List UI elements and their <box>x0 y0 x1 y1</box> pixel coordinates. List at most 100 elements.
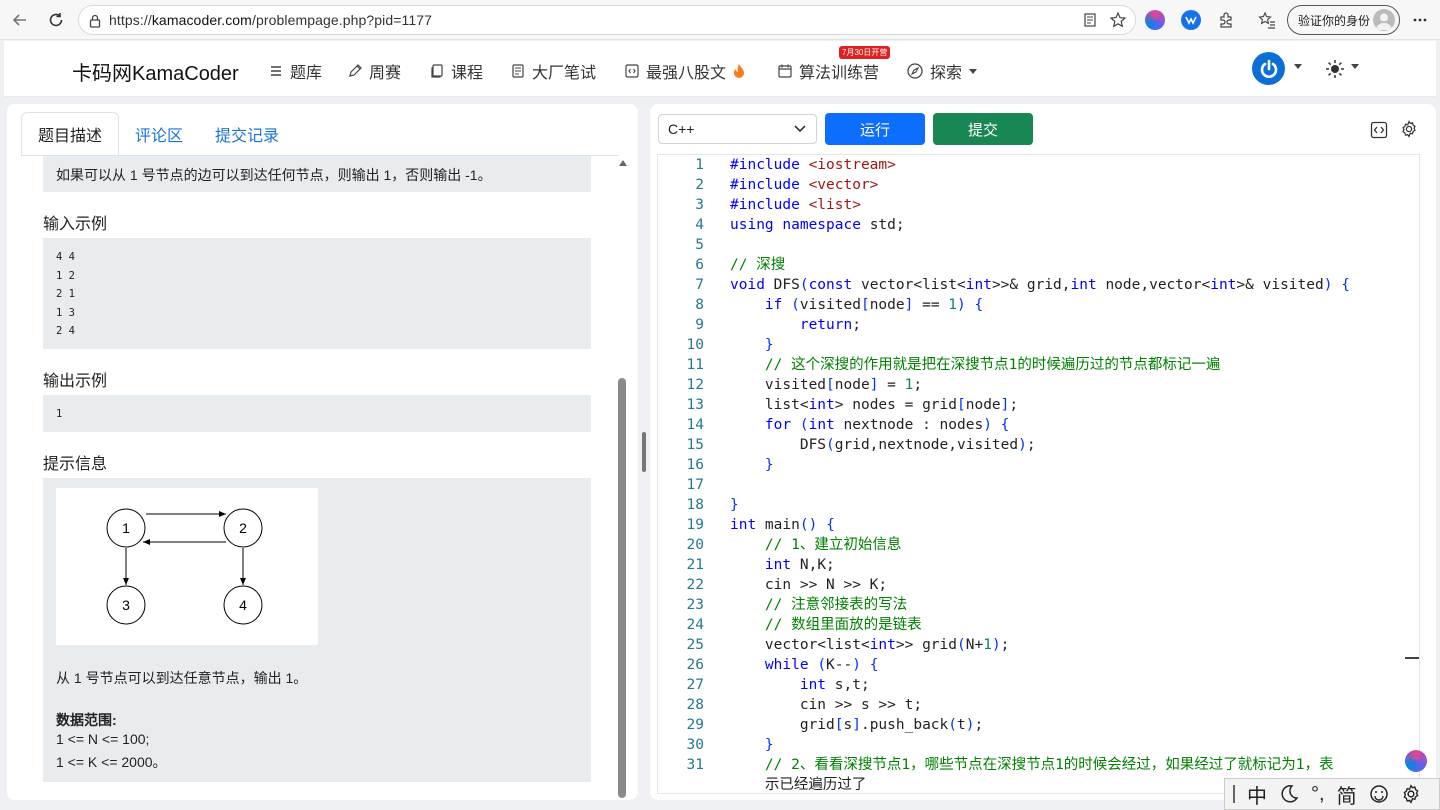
ime-mode-button[interactable]: 中 <box>1247 780 1267 809</box>
user-caret-down-icon[interactable] <box>1293 62 1303 70</box>
code-text: DFS(grid,nextnode,visited); <box>730 437 1036 453</box>
code-line[interactable]: 13 list<int> nodes = grid[node]; <box>658 395 1418 415</box>
code-line[interactable]: 23 // 注意邻接表的写法 <box>658 595 1418 615</box>
code-text: visited[node] = 1; <box>730 377 923 393</box>
code-line[interactable]: 16 } <box>658 455 1418 475</box>
user-power-icon[interactable] <box>1252 52 1285 85</box>
reader-mode-icon[interactable] <box>1082 12 1098 33</box>
browser-extension-icon[interactable] <box>1181 10 1201 30</box>
code-line[interactable]: 10 } <box>658 335 1418 355</box>
run-button[interactable]: 运行 <box>825 113 925 145</box>
code-editor[interactable]: 1 #include <iostream> 2 #include <vector> 3 #… <box>657 154 1420 794</box>
caret-down-icon <box>969 69 978 74</box>
code-text: void DFS(const vector<list<int>>& grid,i… <box>730 277 1350 293</box>
pencil-icon <box>349 64 362 77</box>
code-line[interactable]: 12 visited[node] = 1; <box>658 375 1418 395</box>
tab-submissions[interactable]: 提交记录 <box>199 112 295 156</box>
profile-button[interactable]: 验证你的身份 <box>1287 5 1400 35</box>
nav-label-camp: 算法训练营 <box>799 65 880 82</box>
theme-caret-down-icon[interactable] <box>1350 62 1360 70</box>
nav-item-problems[interactable]: 题库 <box>268 59 322 83</box>
code-text: if (visited[node] == 1) { <box>764 297 984 313</box>
code-text: int s,t; <box>799 677 870 693</box>
code-line[interactable]: 6 // 深搜 <box>658 255 1418 275</box>
document-icon <box>512 64 524 78</box>
back-icon[interactable] <box>8 8 32 32</box>
nav-item-explore[interactable]: 探索 <box>906 59 978 83</box>
language-select[interactable]: C++ <box>658 114 817 144</box>
code-line[interactable]: 15 DFS(grid,nextnode,visited); <box>658 435 1418 455</box>
nav-item-courses[interactable]: 课程 <box>429 59 483 83</box>
nav-item-weekly[interactable]: 周赛 <box>347 59 401 83</box>
line-number: 7 <box>695 277 704 293</box>
ime-settings-icon[interactable] <box>1401 784 1421 804</box>
copilot-floating-icon[interactable] <box>1405 750 1427 772</box>
settings-gear-icon[interactable] <box>1400 120 1418 138</box>
scrollbar-thumb[interactable] <box>618 378 626 798</box>
code-text: 示已经遍历过了 <box>730 777 867 793</box>
nav-item-camp[interactable]: 算法训练营 <box>777 59 879 83</box>
favorites-list-icon[interactable] <box>1255 8 1279 32</box>
code-text: // 数组里面放的是链表 <box>764 617 922 633</box>
code-line[interactable]: 27 int s,t; <box>658 675 1418 695</box>
code-line[interactable]: 22 cin >> N >> K; <box>658 575 1418 595</box>
tab-description[interactable]: 题目描述 <box>21 112 120 156</box>
site-logo[interactable]: 卡码网KamaCoder <box>72 57 239 86</box>
code-line[interactable]: 1 #include <iostream> <box>658 155 1418 175</box>
code-text: #include <list> <box>730 197 861 213</box>
code-text: list<int> nodes = grid[node]; <box>730 397 1019 413</box>
code-line[interactable]: 19 int main() { <box>658 515 1418 535</box>
ime-grip[interactable] <box>1233 785 1235 803</box>
line-number: 6 <box>695 257 704 273</box>
code-line[interactable]: 21 int N,K; <box>658 555 1418 575</box>
more-menu-icon[interactable] <box>1408 8 1432 32</box>
input-line: 2 1 <box>56 288 75 300</box>
code-line[interactable]: 4 using namespace std; <box>658 215 1418 235</box>
code-line[interactable]: 17 <box>658 475 1418 495</box>
code-line[interactable]: 31 // 2、看看深搜节点1，哪些节点在深搜节点1的时候会经过，如果经过了就标… <box>658 755 1418 775</box>
line-number: 12 <box>686 377 704 393</box>
list-icon <box>271 66 281 76</box>
theme-sun-icon[interactable] <box>1325 59 1345 79</box>
code-line[interactable]: 25 vector<list<int>> grid(N+1); <box>658 635 1418 655</box>
extensions-puzzle-icon[interactable] <box>1214 8 1238 32</box>
language-value: C++ <box>668 121 695 137</box>
code-line[interactable]: 11 // 这个深搜的作用就是把在深搜节点1的时候遍历过的节点都标记一遍 <box>658 355 1418 375</box>
code-line[interactable]: 9 return; <box>658 315 1418 335</box>
code-line[interactable]: 18} <box>658 495 1418 515</box>
favorite-star-icon[interactable] <box>1109 11 1127 34</box>
output-description-text: 如果可以从 1 号节点的边可以到达任何节点，则输出 1，否则输出 -1。 <box>56 167 492 183</box>
code-line[interactable]: 20 // 1、建立初始信息 <box>658 535 1418 555</box>
code-line[interactable]: 30 } <box>658 735 1418 755</box>
code-line[interactable]: 5 <box>658 235 1418 255</box>
panel-splitter-handle[interactable] <box>642 432 646 472</box>
ime-simplified-button[interactable]: 简 <box>1337 780 1357 809</box>
code-view-icon[interactable] <box>1370 121 1388 139</box>
code-text: int main() { <box>730 517 835 533</box>
code-text: cin >> N >> K; <box>730 577 888 593</box>
line-number: 24 <box>686 617 704 633</box>
code-line[interactable]: 28 cin >> s >> t; <box>658 695 1418 715</box>
address-bar[interactable]: https://kamacoder.com/problempage.php?pi… <box>78 5 1136 35</box>
emoji-icon[interactable] <box>1369 784 1389 804</box>
code-line[interactable]: 8 if (visited[node] == 1) { <box>658 295 1418 315</box>
site-info-icon[interactable] <box>88 14 102 33</box>
code-line[interactable]: 29 grid[s].push_back(t); <box>658 715 1418 735</box>
scroll-up-arrow-icon[interactable] <box>619 160 627 166</box>
code-line[interactable]: 26 while (K--) { <box>658 655 1418 675</box>
moon-icon[interactable] <box>1279 784 1299 804</box>
code-line[interactable]: 7 void DFS(const vector<list<int>>& grid,… <box>658 275 1418 295</box>
code-line[interactable]: 14 for (int nextnode : nodes) { <box>658 415 1418 435</box>
code-line[interactable]: 3 #include <list> <box>658 195 1418 215</box>
submit-button[interactable]: 提交 <box>933 113 1033 145</box>
code-line[interactable]: 24 // 数组里面放的是链表 <box>658 615 1418 635</box>
nav-item-baguwen[interactable]: 最强八股文 <box>624 59 746 83</box>
output-description-box: 如果可以从 1 号节点的边可以到达任何节点，则输出 1，否则输出 -1。 <box>43 156 591 192</box>
copilot-extension-icon[interactable] <box>1145 10 1165 30</box>
ime-punctuation-button[interactable]: °, <box>1311 783 1325 806</box>
tab-comments[interactable]: 评论区 <box>119 112 199 156</box>
refresh-icon[interactable] <box>44 8 68 32</box>
nav-label-baguwen: 最强八股文 <box>646 65 727 82</box>
code-line[interactable]: 2 #include <vector> <box>658 175 1418 195</box>
nav-item-interviews[interactable]: 大厂笔试 <box>510 59 596 83</box>
